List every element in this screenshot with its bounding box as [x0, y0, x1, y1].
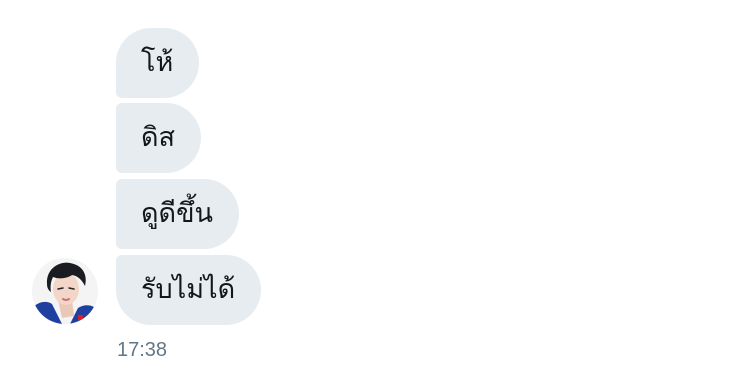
message-timestamp: 17:38	[117, 339, 168, 361]
message-text: ดูดีขึ้น	[141, 198, 213, 229]
message-bubble[interactable]: ดูดีขึ้น	[116, 179, 239, 249]
sender-avatar[interactable]	[32, 258, 98, 324]
message-bubble[interactable]: โห้	[116, 28, 200, 98]
message-bubble[interactable]: ดิส	[116, 103, 202, 173]
message-text: รับไม่ได้	[141, 274, 236, 305]
avatar-photo-icon	[32, 258, 98, 324]
message-text: โห้	[141, 47, 174, 78]
message-text: ดิส	[141, 122, 176, 153]
message-bubble[interactable]: รับไม่ได้	[116, 255, 262, 325]
conversation-thread: โห้ ดิส ดูดีขึ้น รับไม่ได้ 17:38	[0, 0, 749, 377]
